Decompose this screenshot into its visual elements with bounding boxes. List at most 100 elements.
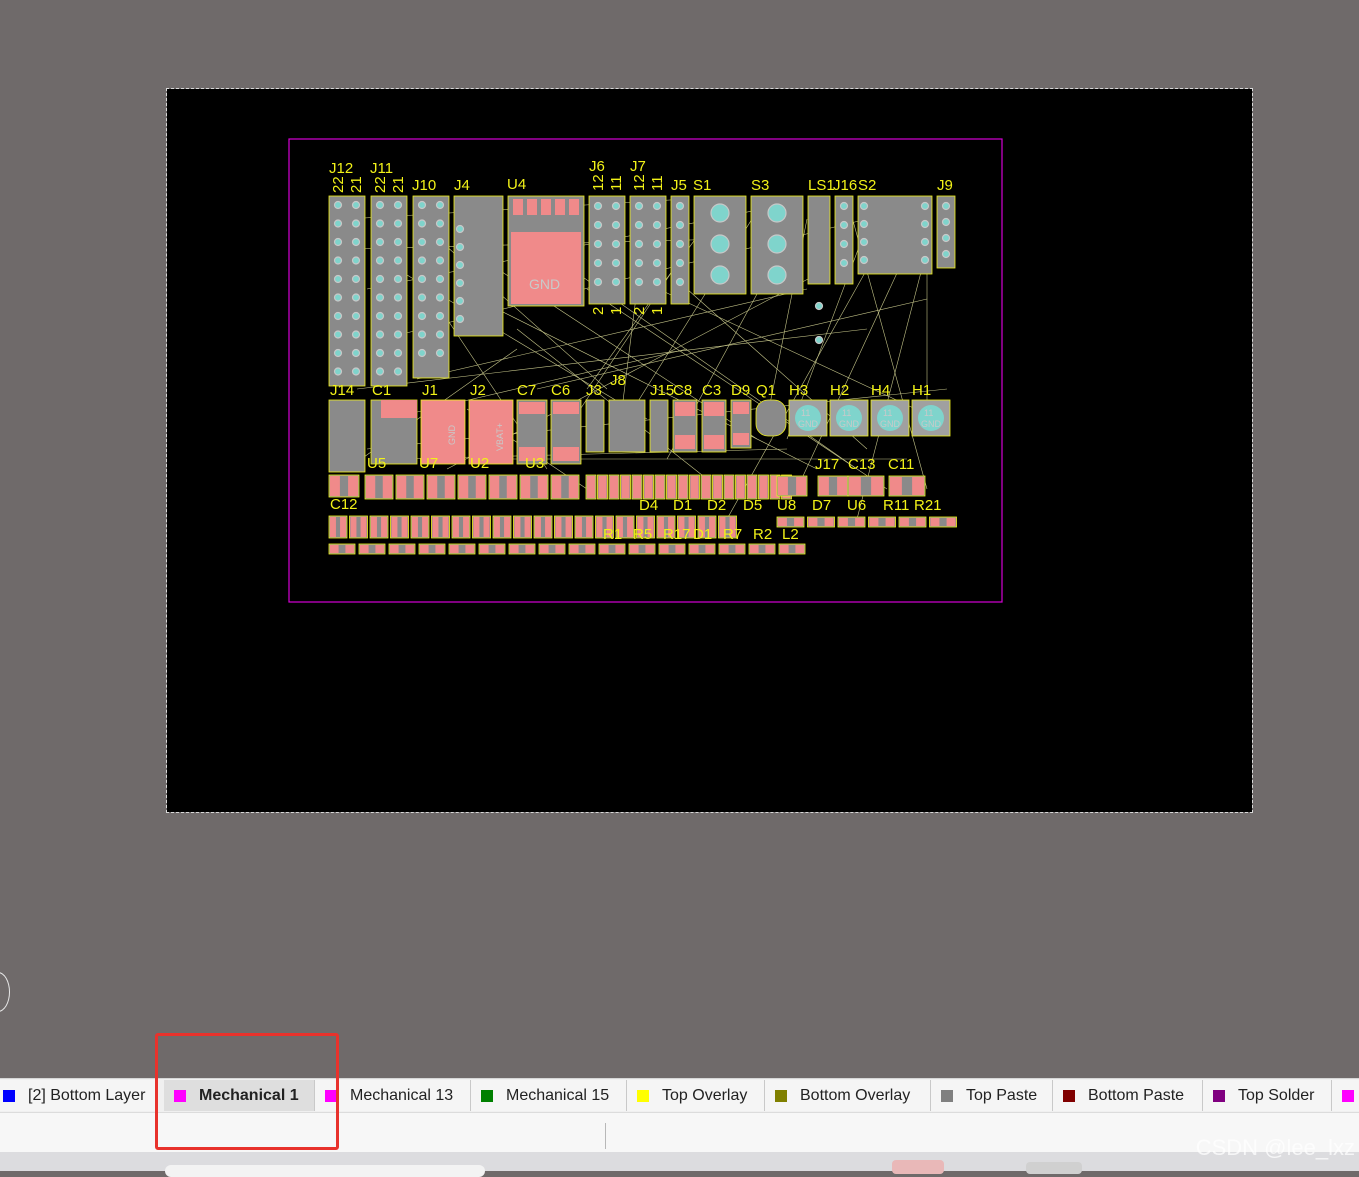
- smd-footprint: [718, 543, 746, 555]
- layer-color-swatch: [481, 1089, 493, 1102]
- designator-ls1: LS1: [808, 177, 835, 194]
- through-hole-pad: [435, 256, 445, 265]
- tab-overflow[interactable]: [1332, 1080, 1359, 1111]
- through-hole-pad: [710, 203, 730, 223]
- pcb-workspace[interactable]: J12 J11 J10 J4 U4 J6 J7 J5 S1 S3 LS1 J16…: [0, 0, 1359, 1078]
- smd-footprint: [748, 543, 776, 555]
- through-hole-pad: [375, 200, 385, 210]
- through-hole-pad: [652, 258, 662, 268]
- designator-u6: U6: [847, 497, 866, 514]
- through-hole-pad: [351, 256, 361, 265]
- annotation-highlight-box: [155, 1033, 339, 1150]
- pcb-sheet[interactable]: J12 J11 J10 J4 U4 J6 J7 J5 S1 S3 LS1 J16…: [166, 88, 1253, 813]
- designator-u5: U5: [367, 455, 386, 472]
- through-hole-pad: [351, 311, 361, 321]
- through-hole-pad: [333, 200, 343, 210]
- smd-footprint: [550, 474, 580, 500]
- cursor-indicator: [0, 972, 10, 1012]
- through-hole-pad: [375, 256, 385, 265]
- layer-color-swatch: [3, 1089, 15, 1102]
- through-hole-pad: [417, 256, 427, 265]
- designator-r1: R1: [603, 526, 622, 543]
- hole-pin-label: 11: [883, 408, 892, 418]
- through-hole-pad: [710, 234, 730, 254]
- smd-footprint: [388, 543, 416, 555]
- through-hole-pad: [351, 237, 361, 247]
- tab-label: Mechanical 13: [350, 1086, 454, 1104]
- through-hole-pad: [920, 237, 930, 247]
- layer-color-swatch: [941, 1089, 953, 1102]
- smd-footprint: [700, 474, 712, 500]
- layer-color-swatch: [1063, 1089, 1075, 1102]
- tab-top-overlay[interactable]: Top Overlay: [627, 1080, 765, 1111]
- layer-color-swatch: [1342, 1089, 1354, 1102]
- through-hole-pad: [652, 220, 662, 230]
- pin-number: 21: [348, 176, 365, 193]
- taskbar-search[interactable]: [165, 1165, 485, 1177]
- tab-top-paste[interactable]: Top Paste: [931, 1080, 1053, 1111]
- through-hole-pad: [417, 237, 427, 247]
- designator-c13: C13: [848, 456, 876, 473]
- designator-h4: H4: [871, 382, 890, 399]
- designator-l2: L2: [782, 526, 799, 543]
- taskbar-app-icon[interactable]: [1026, 1162, 1082, 1174]
- designator-c8: C8: [673, 382, 692, 399]
- designator-j16: J16: [833, 177, 857, 194]
- pin-number: 12: [631, 174, 648, 191]
- through-hole-pad: [941, 233, 951, 243]
- through-hole-pad: [393, 256, 403, 265]
- designator-h3: H3: [789, 382, 808, 399]
- through-hole-pad: [941, 217, 951, 227]
- pcb-canvas[interactable]: J12 J11 J10 J4 U4 J6 J7 J5 S1 S3 LS1 J16…: [167, 89, 1252, 812]
- designator-u3: U3: [525, 455, 544, 472]
- pin-number: 22: [372, 176, 389, 193]
- tab-bottom-overlay[interactable]: Bottom Overlay: [765, 1080, 931, 1111]
- through-hole-pad: [593, 201, 603, 211]
- tab-label: Top Overlay: [662, 1086, 748, 1104]
- tab-mechanical-15[interactable]: Mechanical 15: [471, 1080, 627, 1111]
- tab-top-solder[interactable]: Top Solder: [1203, 1080, 1332, 1111]
- through-hole-pad: [634, 258, 644, 268]
- through-hole-pad: [435, 311, 445, 321]
- through-hole-pad: [435, 219, 445, 228]
- tab-bottom-paste[interactable]: Bottom Paste: [1053, 1080, 1203, 1111]
- net-label-gnd: GND: [447, 425, 457, 446]
- smd-footprint: [513, 515, 532, 539]
- tab-bottom-layer[interactable]: [2] Bottom Layer: [0, 1080, 158, 1111]
- smd-footprint: [677, 474, 689, 500]
- designator-u7: U7: [419, 455, 438, 472]
- hole-net-label: GND: [880, 419, 901, 429]
- through-hole-pad: [351, 219, 361, 228]
- through-hole-pad: [652, 277, 662, 287]
- designator-j5: J5: [671, 177, 687, 194]
- through-hole-pad: [375, 237, 385, 247]
- through-hole-pad: [920, 219, 930, 229]
- through-hole-pad: [767, 234, 787, 254]
- through-hole-pad: [417, 330, 427, 339]
- smd-footprint: [631, 474, 643, 500]
- through-hole-pad: [351, 274, 361, 284]
- through-hole-pad: [393, 311, 403, 321]
- hole-pin-label: 11: [924, 408, 933, 418]
- pin-number: 12: [590, 174, 607, 191]
- smd-footprint: [328, 515, 348, 539]
- designator-r21: R21: [914, 497, 942, 514]
- smd-footprint: [807, 516, 835, 528]
- smd-footprint: [358, 543, 386, 555]
- designator-j15: J15: [650, 382, 674, 399]
- designator-d1-b: D1: [693, 526, 712, 543]
- designator-d4: D4: [639, 497, 658, 514]
- taskbar-app-icon[interactable]: [892, 1160, 944, 1174]
- designator-j3: J3: [586, 382, 602, 399]
- through-hole-pad: [611, 239, 621, 249]
- through-hole-pad: [455, 296, 465, 306]
- through-hole-pad: [393, 237, 403, 247]
- designator-u2: U2: [470, 455, 489, 472]
- through-hole-pad: [375, 348, 385, 358]
- net-label-vbat: VBAT+: [495, 423, 505, 451]
- pin-number: 22: [330, 176, 347, 193]
- smd-footprint: [597, 474, 608, 500]
- hole-net-label: GND: [798, 419, 819, 429]
- designator-s2: S2: [858, 177, 876, 194]
- through-hole-pad: [634, 277, 644, 287]
